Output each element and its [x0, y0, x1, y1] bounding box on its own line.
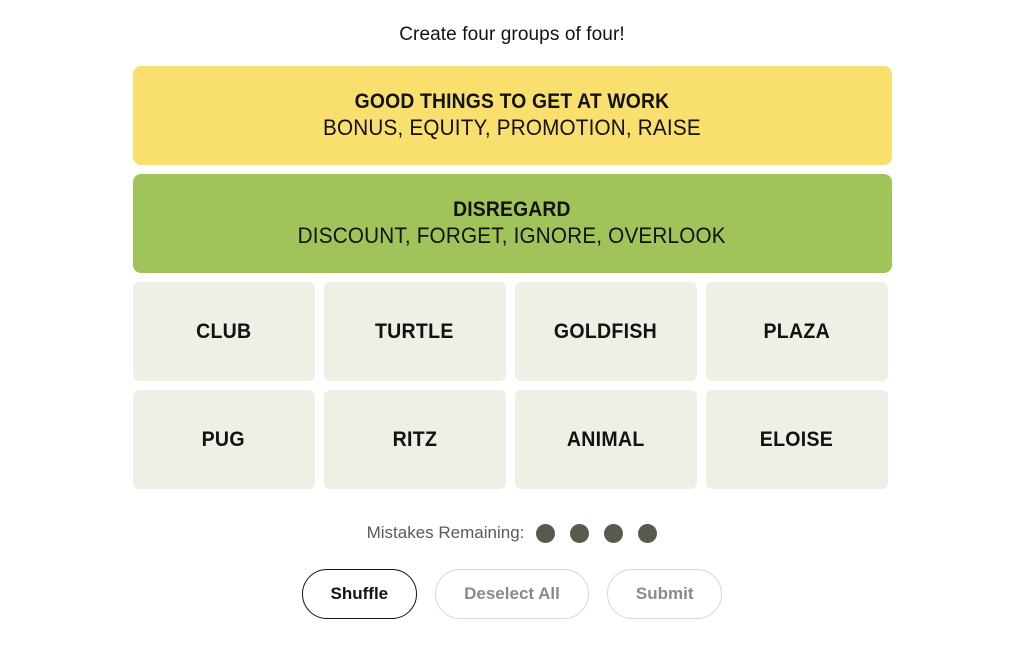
word-tile-label: RITZ: [392, 427, 437, 451]
mistake-dot: [638, 523, 658, 543]
word-tile-label: PLAZA: [763, 319, 830, 343]
mistakes-remaining-label: Mistakes Remaining:: [366, 523, 525, 542]
action-buttons: Shuffle Deselect All Submit: [301, 569, 723, 619]
word-tile[interactable]: PUG: [132, 390, 315, 489]
mistake-dot: [570, 523, 590, 543]
page-tagline: Create four groups of four!: [399, 24, 625, 45]
word-tile[interactable]: RITZ: [323, 390, 506, 489]
submit-button[interactable]: Submit: [606, 569, 723, 619]
mistake-dot: [536, 523, 556, 543]
deselect-all-button[interactable]: Deselect All: [435, 569, 589, 619]
word-tile[interactable]: ELOISE: [705, 390, 888, 489]
word-tile-label: TURTLE: [375, 319, 454, 343]
word-tile[interactable]: ANIMAL: [514, 390, 697, 489]
word-tile-label: GOLDFISH: [553, 319, 658, 343]
shuffle-button[interactable]: Shuffle: [301, 569, 418, 619]
game-board: GOOD THINGS TO GET AT WORK BONUS, EQUITY…: [132, 66, 892, 489]
solved-group-title: DISREGARD: [453, 198, 571, 221]
word-tile[interactable]: TURTLE: [323, 282, 506, 381]
mistakes-dots: [536, 523, 658, 543]
solved-group-yellow: GOOD THINGS TO GET AT WORK BONUS, EQUITY…: [132, 66, 892, 165]
mistakes-remaining: Mistakes Remaining:: [367, 523, 658, 543]
solved-group-members: BONUS, EQUITY, PROMOTION, RAISE: [323, 115, 701, 140]
solved-group-green: DISREGARD DISCOUNT, FORGET, IGNORE, OVER…: [132, 174, 892, 273]
word-tile-label: PUG: [201, 427, 246, 451]
tile-row: CLUB TURTLE GOLDFISH PLAZA: [132, 282, 892, 381]
word-tile[interactable]: GOLDFISH: [514, 282, 697, 381]
word-tile-label: ELOISE: [759, 427, 834, 451]
word-tile[interactable]: PLAZA: [705, 282, 888, 381]
word-tile-label: ANIMAL: [566, 427, 645, 451]
solved-group-members: DISCOUNT, FORGET, IGNORE, OVERLOOK: [297, 223, 727, 248]
connections-game: Create four groups of four! GOOD THINGS …: [0, 0, 1024, 648]
mistake-dot: [604, 523, 624, 543]
word-tile[interactable]: CLUB: [132, 282, 315, 381]
tile-row: PUG RITZ ANIMAL ELOISE: [132, 390, 892, 489]
word-tile-label: CLUB: [195, 319, 252, 343]
solved-group-title: GOOD THINGS TO GET AT WORK: [354, 90, 670, 113]
